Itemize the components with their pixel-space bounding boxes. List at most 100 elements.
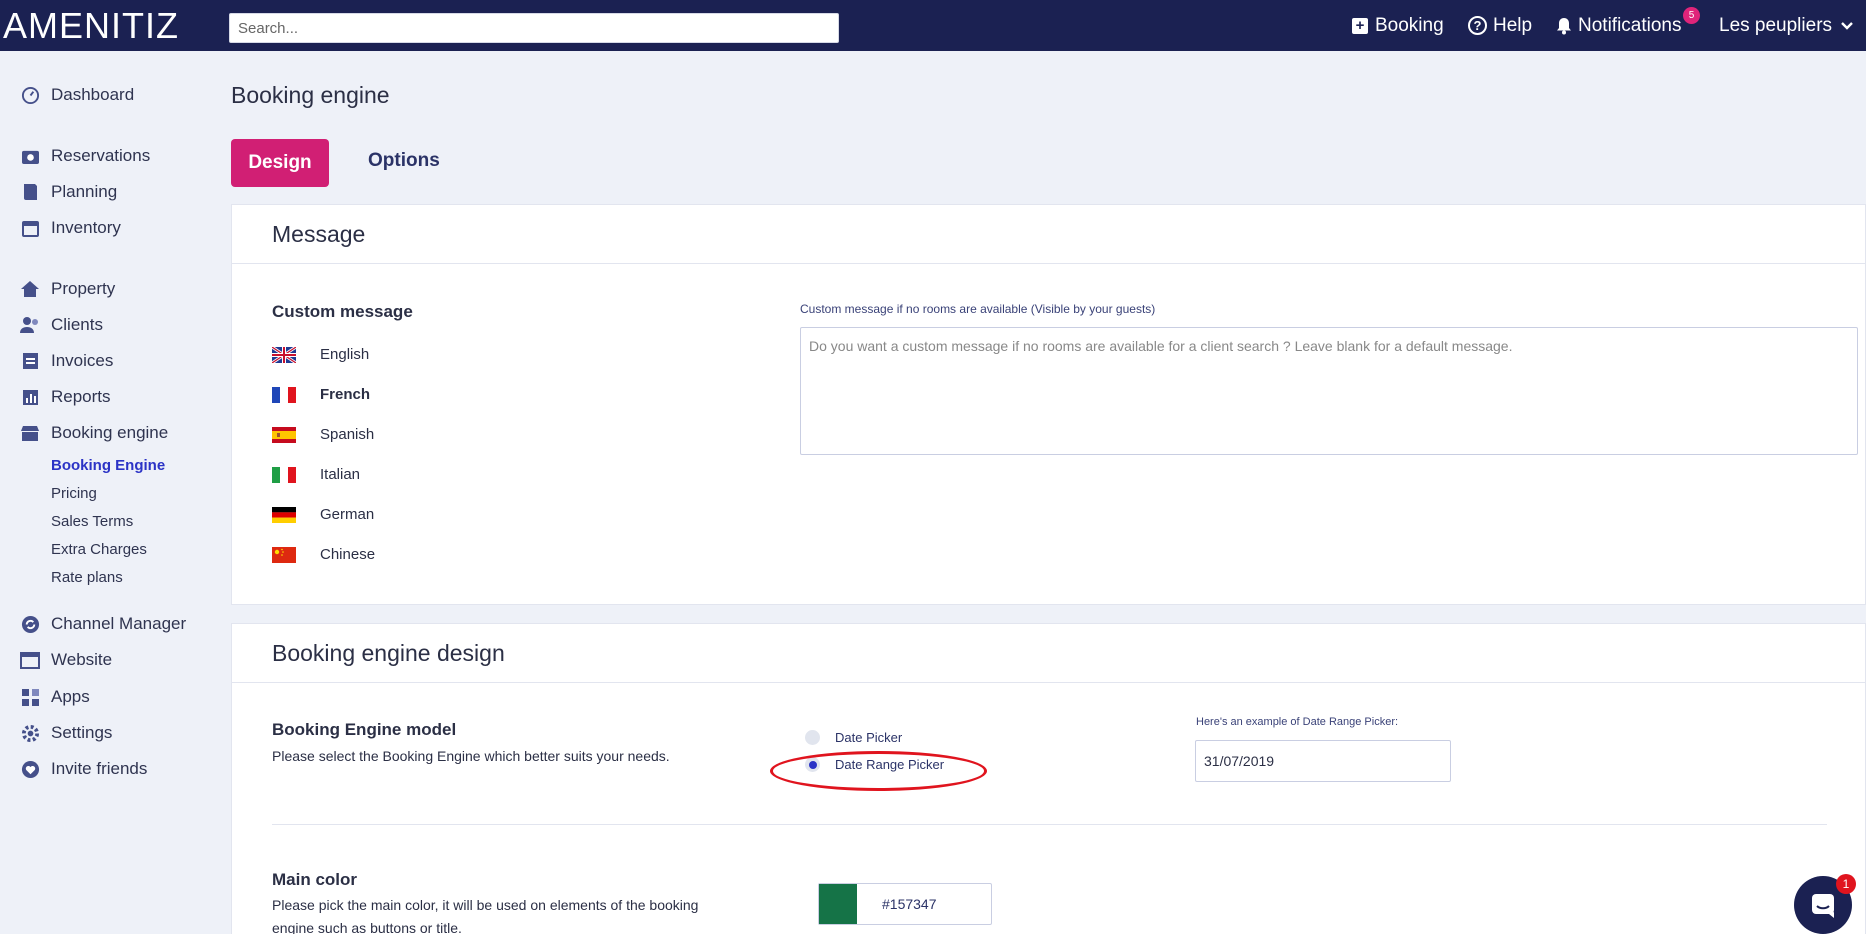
- booking-engine-model-label: Booking Engine model: [272, 720, 457, 739]
- sync-icon: [20, 614, 40, 634]
- sidebar-item-label: Dashboard: [51, 85, 135, 104]
- italy-flag-icon: [272, 466, 296, 483]
- language-item-english[interactable]: English: [271, 345, 369, 364]
- user-name: Les peupliers: [1719, 14, 1833, 36]
- booking-label: Booking: [1375, 14, 1444, 36]
- invoice-icon: [20, 351, 40, 371]
- help-icon: ?: [1468, 16, 1487, 35]
- sidebar-item-invoices[interactable]: Invoices: [20, 349, 113, 373]
- sidebar-item-label: Booking engine: [51, 423, 169, 442]
- home-icon: [20, 279, 40, 299]
- help-label: Help: [1493, 14, 1533, 36]
- main-color-label: Main color: [272, 870, 358, 889]
- book-icon: [20, 182, 40, 202]
- china-flag-icon: [272, 546, 296, 563]
- store-icon: [20, 423, 40, 443]
- custom-message-hint: Custom message if no rooms are available…: [800, 302, 1156, 316]
- booking-button[interactable]: + Booking: [1352, 0, 1444, 51]
- language-label: French: [320, 386, 371, 403]
- sidebar-item-label: Clients: [51, 315, 103, 334]
- sidebar-subitem-sales-terms[interactable]: Sales Terms: [51, 513, 133, 530]
- divider: [272, 824, 1827, 825]
- main-color-picker[interactable]: #157347: [818, 883, 992, 925]
- france-flag-icon: [272, 386, 296, 403]
- notifications-link[interactable]: Notifications: [1556, 0, 1682, 51]
- message-card-title: Message: [232, 205, 1865, 264]
- germany-flag-icon: [272, 506, 296, 523]
- plus-icon: +: [1352, 17, 1368, 34]
- heart-icon: [20, 759, 40, 779]
- custom-message-label: Custom message: [272, 302, 413, 321]
- sidebar-item-invite-friends[interactable]: Invite friends: [20, 757, 147, 781]
- sidebar-item-label: Invite friends: [51, 759, 148, 778]
- design-card-title: Booking engine design: [232, 624, 1865, 683]
- users-icon: [20, 315, 40, 335]
- tab-options[interactable]: Options: [368, 150, 440, 172]
- sidebar-item-booking-engine[interactable]: Booking engine: [20, 421, 168, 445]
- sidebar-item-inventory[interactable]: Inventory: [20, 216, 121, 240]
- top-bar: AMENITIZ + Booking ? Help Notifications …: [0, 0, 1866, 51]
- tab-design[interactable]: Design: [231, 139, 329, 187]
- main-color-desc: Please pick the main color, it will be u…: [272, 897, 699, 934]
- language-item-italian[interactable]: Italian: [272, 466, 360, 483]
- sidebar-subitem-booking-engine[interactable]: Booking Engine: [51, 457, 165, 474]
- sidebar-item-reports[interactable]: Reports: [20, 385, 111, 409]
- sidebar-item-label: Channel Manager: [51, 614, 187, 633]
- gear-icon: [20, 723, 40, 743]
- browser-icon: [20, 650, 40, 670]
- chart-icon: [20, 387, 40, 407]
- highlight-ellipse-annotation: [770, 751, 987, 791]
- sidebar-subitem-pricing[interactable]: Pricing: [51, 485, 97, 502]
- chat-icon: [1812, 894, 1834, 918]
- sidebar-item-label: Inventory: [51, 218, 121, 237]
- language-label: Chinese: [320, 546, 376, 563]
- color-swatch[interactable]: [819, 884, 857, 924]
- sidebar-item-settings[interactable]: Settings: [20, 721, 112, 745]
- user-menu[interactable]: Les peupliers: [1719, 0, 1854, 51]
- language-item-german[interactable]: German: [272, 506, 374, 523]
- dashboard-icon: [20, 85, 40, 105]
- radio-circle[interactable]: [805, 730, 820, 745]
- sidebar-item-label: Planning: [51, 182, 118, 201]
- example-hint: Here's an example of Date Range Picker:: [1196, 716, 1399, 728]
- sidebar-item-label: Property: [51, 279, 116, 298]
- sidebar-item-property[interactable]: Property: [20, 277, 115, 301]
- search-input[interactable]: [229, 13, 839, 43]
- notifications-count-badge: 5: [1683, 7, 1700, 24]
- message-card: Message Custom message English French Sp…: [231, 204, 1866, 605]
- language-item-spanish[interactable]: Spanish: [272, 426, 374, 443]
- notifications-label: Notifications: [1578, 14, 1682, 36]
- sidebar: Dashboard Reservations Planning Inventor…: [0, 51, 210, 934]
- help-link[interactable]: ? Help: [1468, 0, 1532, 51]
- sidebar-subitem-extra-charges[interactable]: Extra Charges: [51, 541, 147, 558]
- language-label: Spanish: [320, 426, 375, 443]
- chevron-down-icon: [1841, 21, 1853, 30]
- chat-badge: 1: [1836, 874, 1856, 894]
- radio-label: Date Picker: [835, 730, 903, 745]
- custom-message-textarea[interactable]: [800, 327, 1858, 455]
- language-item-french[interactable]: French: [272, 386, 370, 403]
- sidebar-item-label: Apps: [51, 687, 90, 706]
- sidebar-item-reservations[interactable]: Reservations: [20, 144, 150, 168]
- calendar-icon: [20, 218, 40, 238]
- spain-flag-icon: [272, 426, 296, 443]
- booking-engine-model-desc: Please select the Booking Engine which b…: [272, 748, 670, 764]
- booking-engine-design-card: Booking engine design Booking Engine mod…: [231, 623, 1866, 934]
- sidebar-item-label: Settings: [51, 723, 113, 742]
- main-color-value: #157347: [882, 896, 937, 912]
- sidebar-item-dashboard[interactable]: Dashboard: [20, 83, 134, 107]
- apps-icon: [20, 687, 40, 707]
- page-title: Booking engine: [231, 82, 390, 108]
- sidebar-item-planning[interactable]: Planning: [20, 180, 117, 204]
- language-item-chinese[interactable]: Chinese: [272, 546, 375, 563]
- radio-date-picker[interactable]: Date Picker: [805, 730, 902, 745]
- app-logo[interactable]: AMENITIZ: [3, 5, 179, 47]
- sidebar-subitem-rate-plans[interactable]: Rate plans: [51, 569, 123, 586]
- sidebar-item-channel-manager[interactable]: Channel Manager: [20, 612, 186, 636]
- reservations-icon: [20, 146, 40, 166]
- language-label: Italian: [320, 466, 361, 483]
- sidebar-item-website[interactable]: Website: [20, 648, 112, 672]
- sidebar-item-clients[interactable]: Clients: [20, 313, 103, 337]
- sidebar-item-apps[interactable]: Apps: [20, 685, 90, 709]
- date-range-example-input[interactable]: [1195, 740, 1451, 782]
